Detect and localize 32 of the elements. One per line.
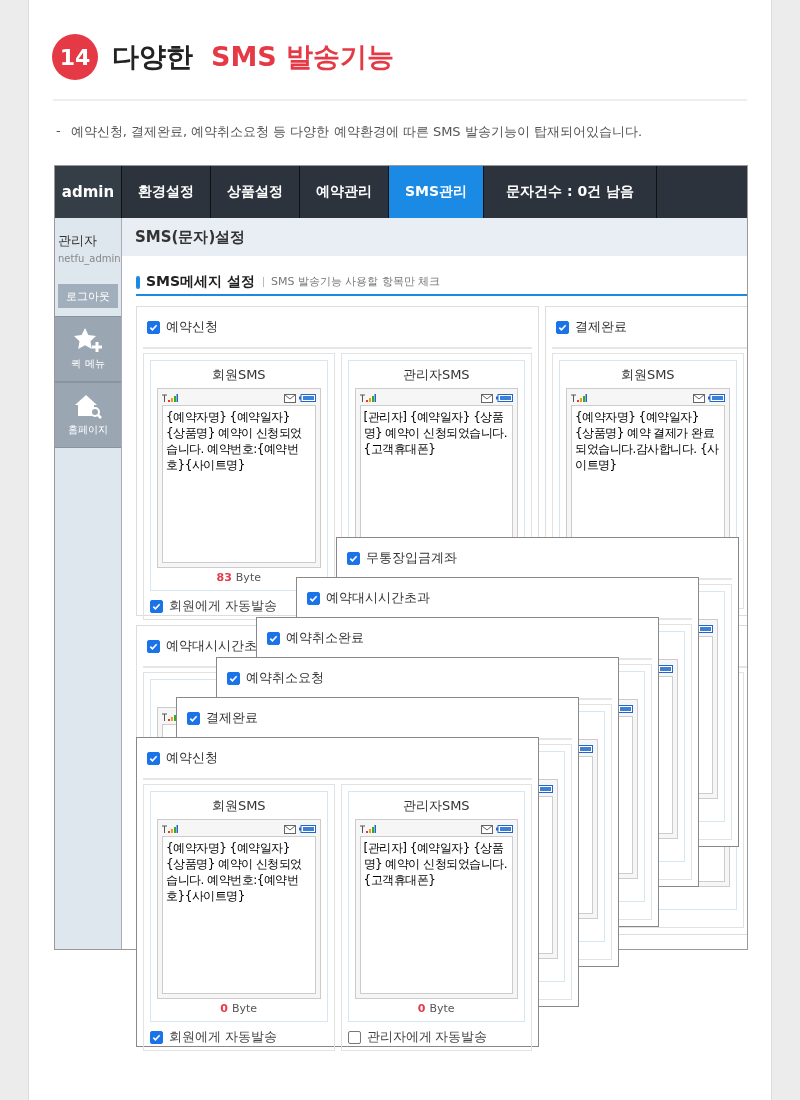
user-id: netfu_admin [57, 252, 121, 264]
byte-count: 83 Byte [215, 570, 262, 586]
section-heading: SMS메세지 설정 [146, 273, 255, 291]
checkbox-label: 관리자에게 자동발송 [366, 1029, 488, 1046]
checkbox-label: 회원에게 자동발송 [169, 598, 277, 615]
card-title: 예약대시시간초 [166, 637, 257, 655]
card-title: 예약대시시간초과 [326, 589, 430, 607]
quick-link-label: 홈페이지 [68, 423, 108, 437]
card-title: 결제완료 [206, 709, 258, 727]
panel-title: 회원SMS [210, 366, 267, 384]
card-title: 예약신청 [166, 749, 218, 767]
card-title: 결제완료 [575, 318, 627, 336]
logo: admin [55, 166, 122, 218]
page-title: SMS(문자)설정 [122, 218, 747, 256]
description: 예약신청, 결제완료, 예약취소요청 등 다양한 예약환경에 따른 SMS 발송기능이 탑재되어있습니다. [70, 123, 642, 141]
byte-count: 0 Byte [416, 1001, 456, 1017]
role-label: 관리자 [57, 232, 98, 250]
section-number: 14 [52, 34, 98, 80]
section-highlight: SMS 발송기능 [211, 40, 395, 74]
byte-count: 0 Byte [219, 1001, 259, 1017]
panel-title: 회원SMS [210, 797, 267, 815]
section-title: 다양한 [112, 40, 193, 74]
panel-title: 관리자SMS [401, 366, 471, 384]
quick-link-label: 퀵 메뉴 [71, 357, 105, 371]
panel-title: 관리자SMS [401, 797, 471, 815]
checkbox-label: 회원에게 자동발송 [169, 1029, 277, 1046]
section-hint: SMS 발송기능 사용할 항목만 체크 [263, 277, 441, 287]
card-title: 예약취소완료 [286, 629, 364, 647]
card-title: 예약취소요청 [246, 669, 324, 687]
card-title: 예약신청 [166, 318, 218, 336]
bullet: - [56, 123, 61, 140]
panel-title: 회원SMS [619, 366, 676, 384]
